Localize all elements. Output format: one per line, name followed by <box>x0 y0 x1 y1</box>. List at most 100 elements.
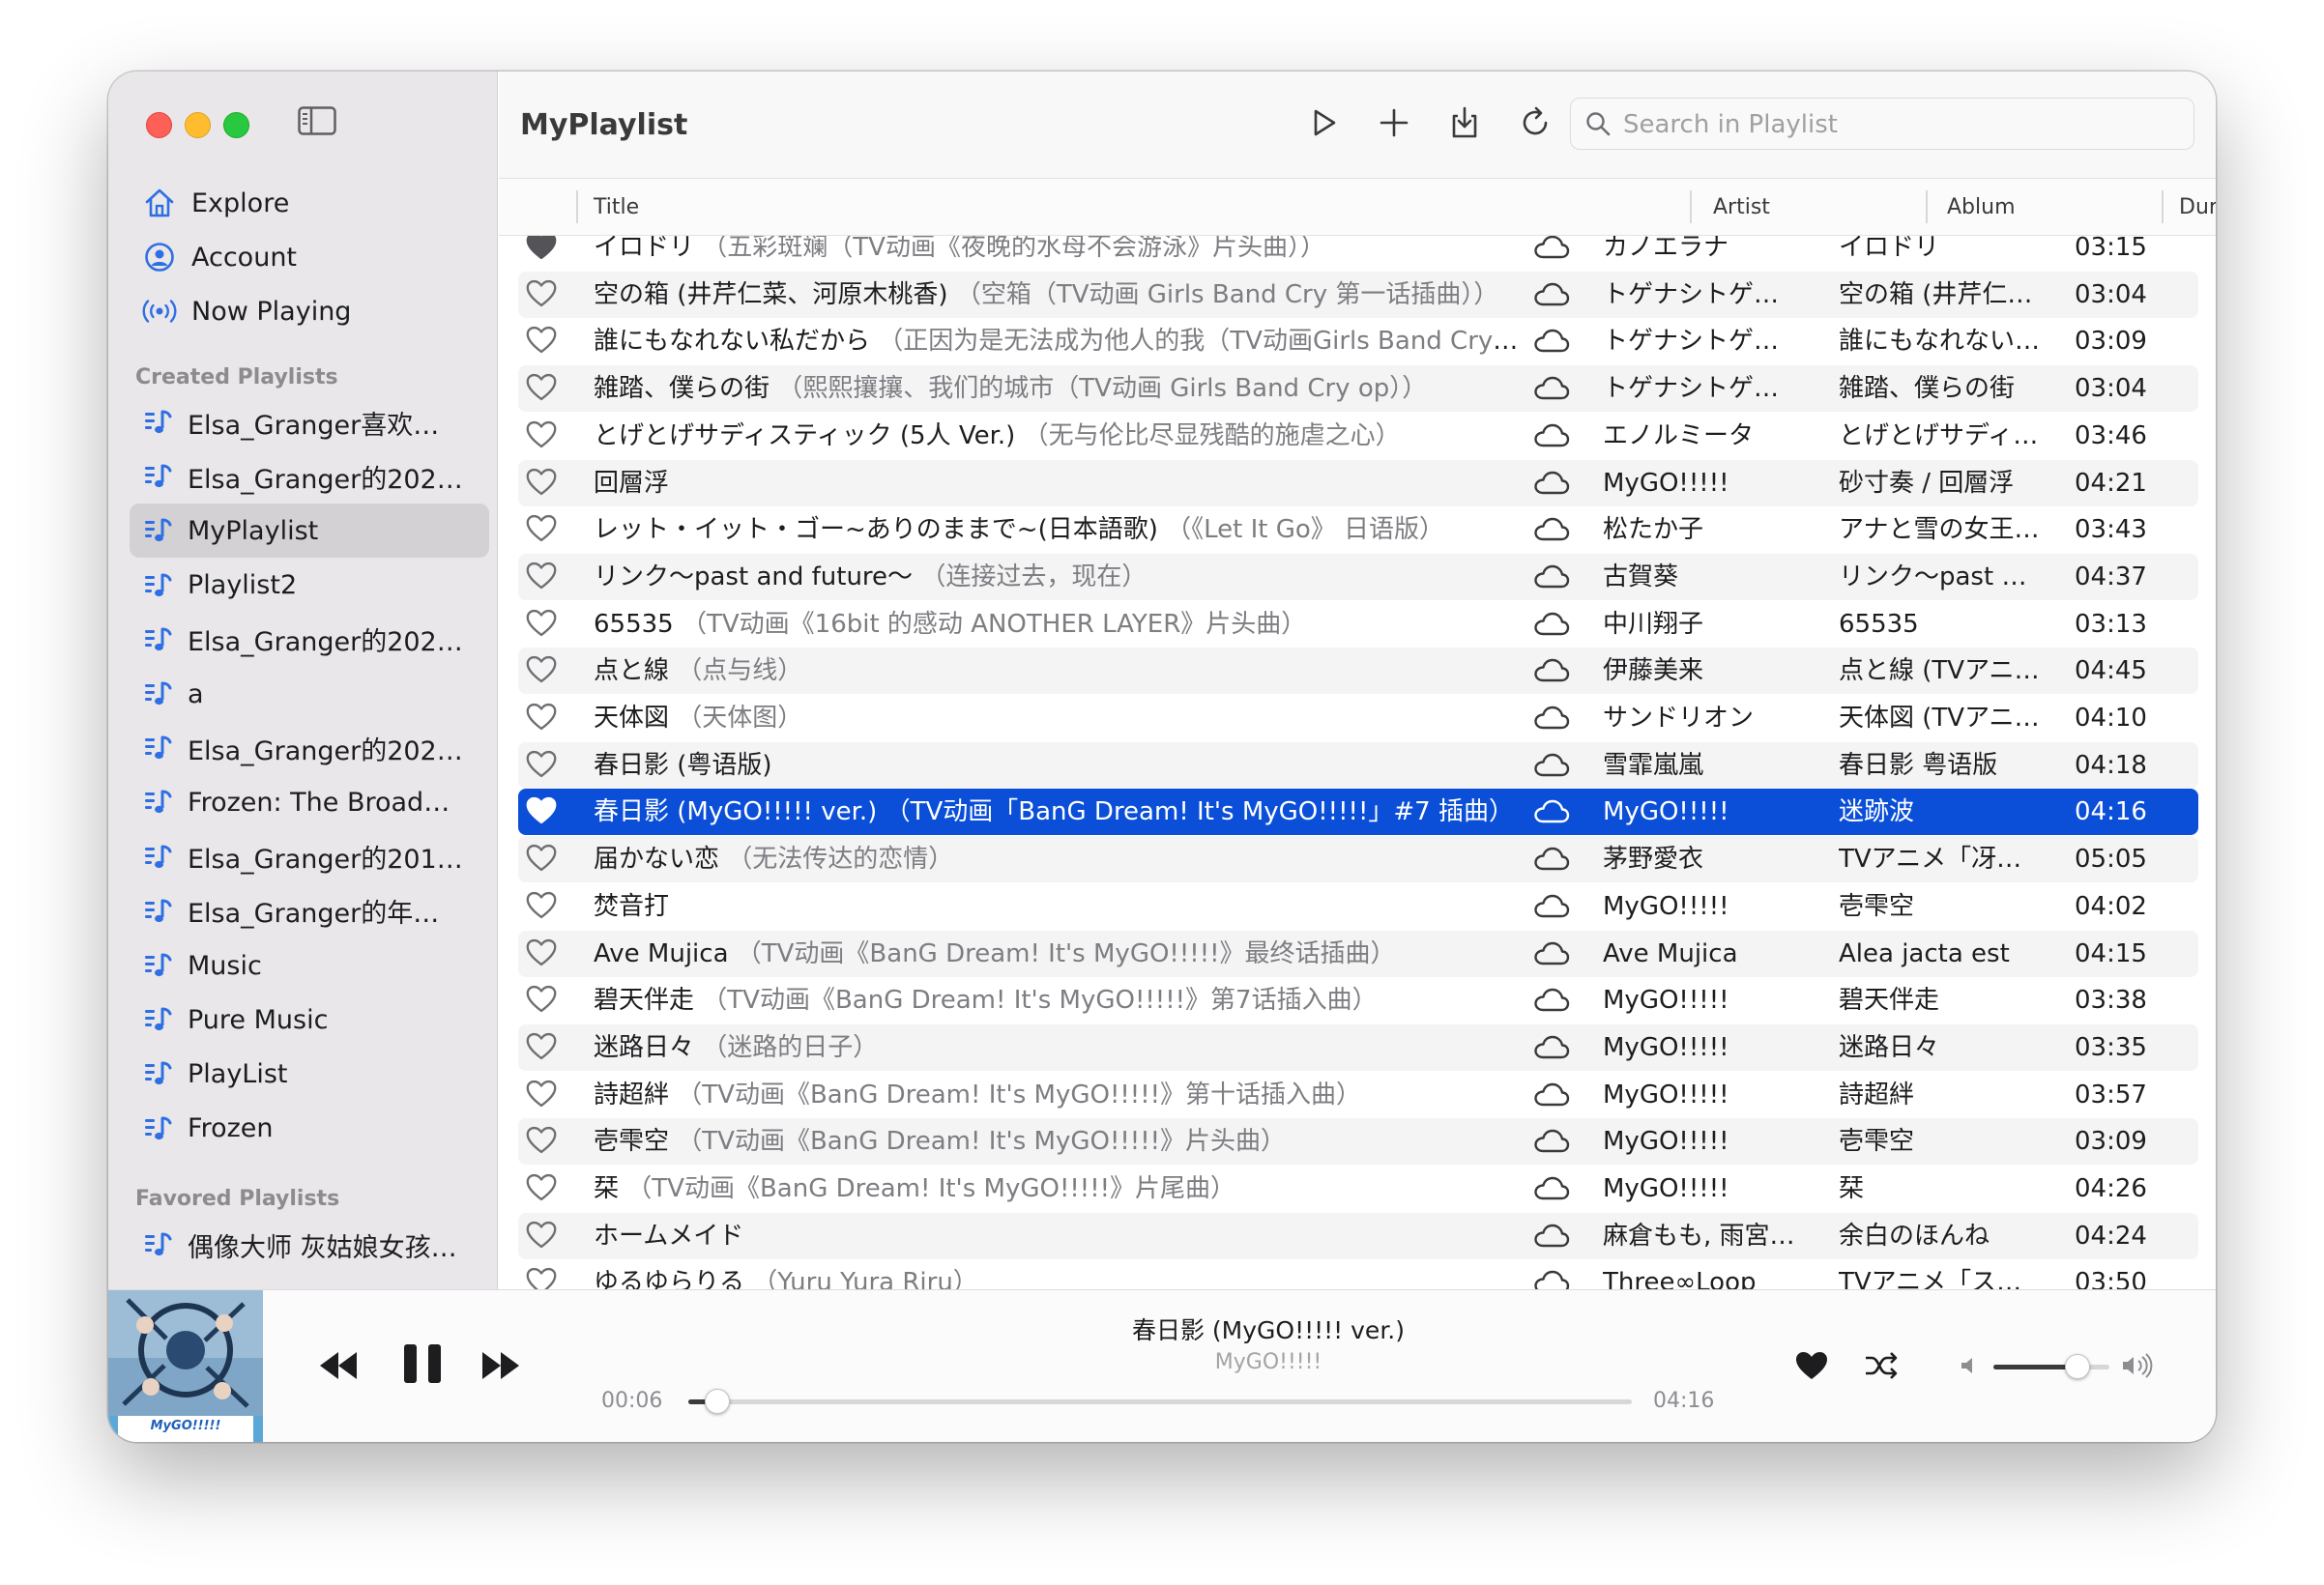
track-row[interactable]: 雑踏、僕らの街 （熙熙攘攘、我们的城市（TV动画 Girls Band Cry … <box>518 365 2198 413</box>
track-artist[interactable]: トゲナシトゲアリ <box>1603 318 1796 364</box>
track-album[interactable]: Alea jacta est <box>1839 931 2042 977</box>
track-artist[interactable]: 茅野愛衣 <box>1603 836 1796 882</box>
track-row[interactable]: 壱雫空 （TV动画《BanG Dream! It's MyGO!!!!!》片头曲… <box>518 1118 2198 1166</box>
track-album[interactable]: 雑踏、僕らの街 <box>1839 365 2042 412</box>
album-cover[interactable]: MyGO!!!!! <box>108 1290 263 1442</box>
track-album[interactable]: リンク～past and future～ <box>1839 554 2042 600</box>
track-album[interactable]: アナと雪の女王 オリジナル・サウンドトラック <box>1839 506 2042 553</box>
heart-icon[interactable] <box>526 1173 561 1204</box>
track-artist[interactable]: MyGO!!!!! <box>1603 1072 1796 1118</box>
track-artist[interactable]: MyGO!!!!! <box>1603 1118 1796 1165</box>
track-row[interactable]: ゆるゆらりる （Yuru Yura Riru） Three∞Loop TVアニメ「ス… <box>518 1259 2198 1289</box>
heart-icon[interactable] <box>526 279 561 310</box>
track-album[interactable]: 65535 <box>1839 601 2042 648</box>
progress-knob[interactable] <box>705 1389 731 1414</box>
track-album[interactable]: 誰にもなれない私だから <box>1839 318 2042 364</box>
track-album[interactable]: とげとげサディスティック <box>1839 413 2042 459</box>
sidebar-playlist-item[interactable]: Elsa_Granger的2021年度歌单 <box>130 613 489 667</box>
heart-icon[interactable] <box>526 468 561 499</box>
track-artist[interactable]: MyGO!!!!! <box>1603 977 1796 1023</box>
progress-slider[interactable] <box>688 1389 1632 1414</box>
sidebar-playlist-item[interactable]: Music <box>130 938 489 993</box>
add-button[interactable] <box>1372 101 1416 145</box>
sidebar-playlist-item[interactable]: Elsa_Granger的2019年度歌单 <box>130 830 489 884</box>
track-album[interactable]: TVアニメ「スローループ」 <box>1839 1259 2042 1289</box>
heart-icon[interactable] <box>526 326 561 357</box>
volume-knob[interactable] <box>2065 1354 2091 1379</box>
track-row[interactable]: 迷路日々 （迷路的日子） MyGO!!!!! 迷路日々 03:35 <box>518 1023 2198 1071</box>
refresh-button[interactable] <box>1513 101 1557 145</box>
nav-account[interactable]: Account <box>130 230 489 284</box>
track-artist[interactable]: 麻倉もも, 雨宮天, 夏川椎菜 <box>1603 1213 1796 1259</box>
track-artist[interactable]: Three∞Loop <box>1603 1259 1796 1289</box>
track-artist[interactable]: エノルミータ <box>1603 413 1796 459</box>
track-row[interactable]: 栞 （TV动画《BanG Dream! It's MyGO!!!!!》片尾曲） M… <box>518 1166 2198 1212</box>
heart-icon[interactable] <box>526 1080 561 1110</box>
heart-icon[interactable] <box>526 562 561 592</box>
heart-icon[interactable] <box>526 1221 561 1252</box>
sidebar-playlist-item[interactable]: Elsa_Granger的年度歌单 <box>130 884 489 938</box>
track-row[interactable]: リンク～past and future～ （连接过去，现在） 古賀葵 リンク～pas… <box>518 553 2198 600</box>
heart-icon[interactable] <box>526 1267 561 1289</box>
track-artist[interactable]: MyGO!!!!! <box>1603 1024 1796 1071</box>
track-artist[interactable]: 古賀葵 <box>1603 554 1796 600</box>
download-button[interactable] <box>1442 101 1487 145</box>
track-artist[interactable]: カノエラナ <box>1603 236 1796 271</box>
track-row[interactable]: 天体図 （天体图） サンドリオン 天体図 (TVアニメ) 04:10 <box>518 695 2198 741</box>
heart-icon[interactable] <box>526 609 561 640</box>
track-album[interactable]: 点と線 (TVアニメ) <box>1839 648 2042 694</box>
track-row[interactable]: 碧天伴走 （TV动画《BanG Dream! It's MyGO!!!!!》第7… <box>518 977 2198 1023</box>
pause-button[interactable] <box>392 1333 452 1395</box>
track-artist[interactable]: トゲナシトゲアリ <box>1603 365 1796 412</box>
like-button[interactable] <box>1790 1344 1833 1387</box>
track-album[interactable]: 壱雫空 <box>1839 1118 2042 1165</box>
heart-icon[interactable] <box>526 985 561 1016</box>
heart-icon[interactable] <box>526 1032 561 1063</box>
track-row[interactable]: 詩超絆 （TV动画《BanG Dream! It's MyGO!!!!!》第十话… <box>518 1072 2198 1118</box>
track-artist[interactable]: MyGO!!!!! <box>1603 883 1796 930</box>
track-album[interactable]: 天体図 (TVアニメ) <box>1839 695 2042 741</box>
track-row[interactable]: 回層浮 MyGO!!!!! 砂寸奏 / 回層浮 04:21 <box>518 459 2198 506</box>
column-duration[interactable]: Duration <box>2179 192 2216 223</box>
sidebar-playlist-item[interactable]: Pure Music <box>130 993 489 1047</box>
nav-explore[interactable]: Explore <box>130 176 489 230</box>
heart-icon[interactable] <box>526 844 561 875</box>
track-album[interactable]: 春日影 粤语版 <box>1839 742 2042 789</box>
track-album[interactable]: 砂寸奏 / 回層浮 <box>1839 460 2042 506</box>
next-track-button[interactable] <box>474 1339 528 1393</box>
sidebar-playlist-item[interactable]: Frozen <box>130 1102 489 1156</box>
track-artist[interactable]: MyGO!!!!! <box>1603 1166 1796 1212</box>
sidebar-playlist-item[interactable]: Elsa_Granger喜欢的音乐 <box>130 395 489 449</box>
heart-icon[interactable] <box>526 373 561 404</box>
track-artist[interactable]: サンドリオン <box>1603 695 1796 741</box>
track-album[interactable]: 余白のほんね <box>1839 1213 2042 1259</box>
track-row[interactable]: 届かない恋 （无法传达的恋情） 茅野愛衣 TVアニメ「冴えない彼女の育てかた」 05:… <box>518 836 2198 883</box>
shuffle-button[interactable] <box>1860 1344 1903 1387</box>
track-album[interactable]: 碧天伴走 <box>1839 977 2042 1023</box>
sidebar-toggle-icon[interactable] <box>298 106 336 135</box>
track-album[interactable]: 詩超絆 <box>1839 1072 2042 1118</box>
track-row[interactable]: 焚音打 MyGO!!!!! 壱雫空 04:02 <box>518 883 2198 930</box>
track-row[interactable]: 春日影 (MyGO!!!!! ver.) （TV动画「BanG Dream! I… <box>518 789 2198 836</box>
track-artist[interactable]: MyGO!!!!! <box>1603 789 1796 835</box>
sidebar-playlist-item[interactable]: a <box>130 667 489 721</box>
track-artist[interactable]: Ave Mujica <box>1603 931 1796 977</box>
heart-icon[interactable] <box>526 796 561 827</box>
sidebar-playlist-item[interactable]: PlayList <box>130 1047 489 1101</box>
close-window-button[interactable] <box>146 112 172 138</box>
search-input[interactable] <box>1621 99 2186 150</box>
heart-icon[interactable] <box>526 750 561 781</box>
column-album[interactable]: Ablum <box>1947 192 2016 223</box>
column-artist[interactable]: Artist <box>1713 192 1770 223</box>
track-artist[interactable]: 松たか子 <box>1603 506 1796 553</box>
track-row[interactable]: Ave Mujica （TV动画《BanG Dream! It's MyGO!!… <box>518 930 2198 977</box>
track-row[interactable]: イロドリ （五彩斑斓（TV动画《夜晚的水母不会游泳》片头曲）） カノエラナ イロドリ… <box>518 236 2198 271</box>
heart-filled-icon[interactable] <box>526 236 561 263</box>
track-album[interactable]: TVアニメ「冴えない彼女の育てかた」 <box>1839 836 2042 882</box>
zoom-window-button[interactable] <box>223 112 249 138</box>
heart-icon[interactable] <box>526 420 561 451</box>
heart-icon[interactable] <box>526 938 561 969</box>
play-playlist-button[interactable] <box>1301 101 1346 145</box>
track-album[interactable]: イロドリ <box>1839 236 2042 271</box>
minimize-window-button[interactable] <box>185 112 211 138</box>
